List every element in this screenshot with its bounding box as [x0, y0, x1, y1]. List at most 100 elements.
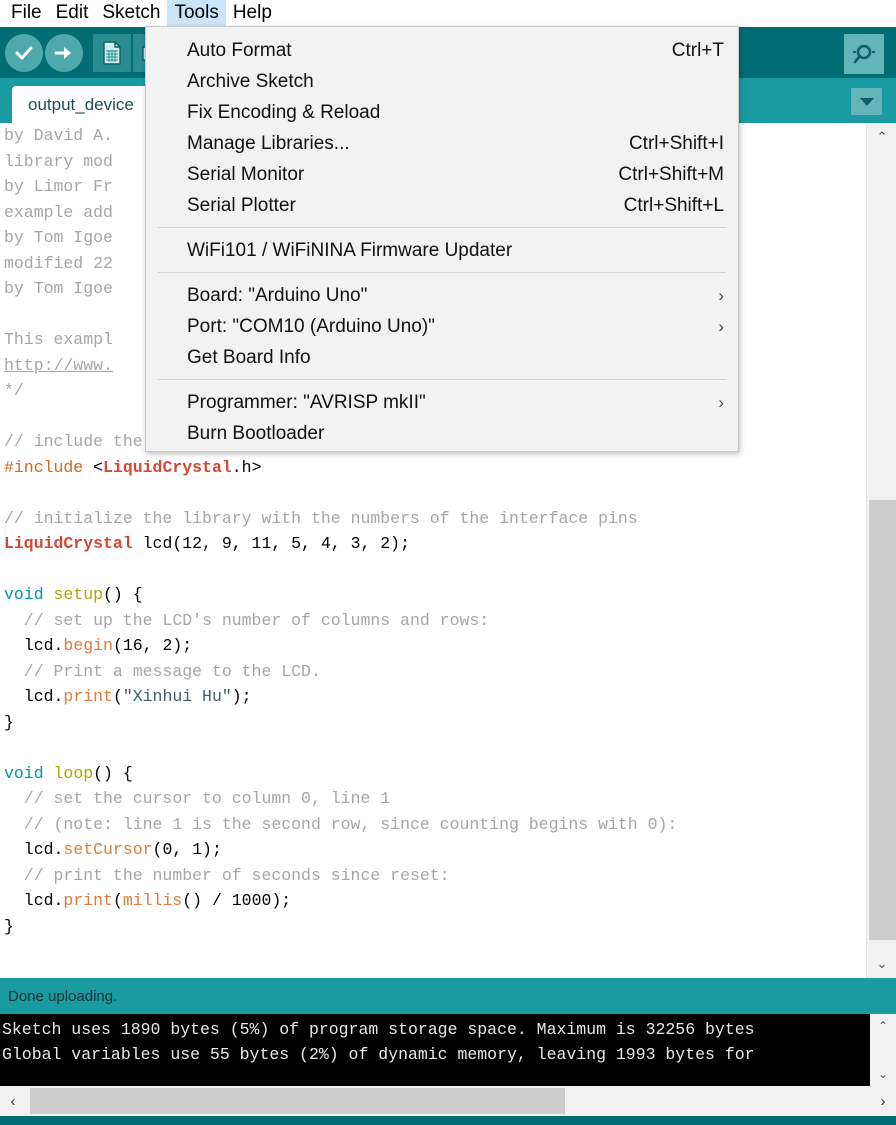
code-token-lib: LiquidCrystal: [4, 534, 133, 553]
console-horizontal-scrollbar[interactable]: ‹ ›: [0, 1086, 896, 1116]
scroll-up-button[interactable]: ⌃: [867, 125, 896, 149]
code-token-comment: library mod: [4, 151, 113, 171]
menu-tools[interactable]: Tools: [167, 0, 226, 27]
status-message: Done uploading.: [8, 987, 118, 1005]
menu-item-label: Port: "COM10 (Arduino Uno)": [187, 315, 435, 337]
menu-item-serial-plotter[interactable]: Serial Plotter Ctrl+Shift+L: [146, 190, 738, 221]
menu-item-shortcut: Ctrl+Shift+I: [628, 132, 724, 154]
menu-item-label: Manage Libraries...: [187, 132, 350, 154]
menu-item-port-com10-arduino-uno[interactable]: Port: "COM10 (Arduino Uno)" ›: [146, 311, 738, 342]
code-token-pun: [44, 585, 54, 604]
code-line: // (note: line 1 is the second row, sinc…: [4, 812, 678, 838]
code-token-pun: [44, 764, 54, 783]
code-token-cmt: // set the cursor to column 0, line 1: [4, 789, 391, 808]
code-line: // print the number of seconds since res…: [4, 863, 677, 889]
upload-button[interactable]: [45, 34, 83, 72]
hscrollbar-thumb[interactable]: [30, 1088, 565, 1114]
menu-item-label: Auto Format: [187, 39, 292, 61]
code-token-comment: by Tom Igoe: [4, 228, 113, 247]
code-token-pun: (16, 2);: [112, 636, 193, 655]
scroll-down-button[interactable]: ⌄: [867, 952, 896, 976]
menu-item-archive-sketch[interactable]: Archive Sketch: [146, 66, 738, 97]
menu-sketch[interactable]: Sketch: [95, 0, 167, 27]
arduino-ide-window: File Edit Sketch Tools Help output_devic…: [0, 0, 896, 1125]
menu-file[interactable]: File: [4, 0, 49, 27]
code-token-comment: This exampl: [4, 330, 113, 349]
code-token-pun: (: [112, 891, 123, 910]
menu-item-label: WiFi101 / WiFiNINA Firmware Updater: [187, 239, 513, 261]
menu-help[interactable]: Help: [226, 0, 279, 27]
tab-menu-button[interactable]: [851, 88, 882, 115]
code-line: void loop() {: [4, 761, 677, 787]
code-token-pun: (: [112, 687, 123, 706]
code-token-comment: by Tom Igoe: [4, 279, 113, 298]
code-token-comment: */: [4, 381, 24, 400]
code-line: }: [4, 914, 677, 940]
code-token-mth: begin: [63, 636, 113, 655]
console-output[interactable]: Sketch uses 1890 bytes (5%) of program s…: [0, 1014, 896, 1086]
verify-button[interactable]: [5, 34, 43, 72]
new-file-icon: [103, 41, 121, 65]
code-line: LiquidCrystal lcd(12, 9, 11, 5, 4, 3, 2)…: [4, 531, 677, 557]
arrow-right-icon: [54, 47, 71, 59]
code-token-comment: modified 22: [4, 253, 113, 273]
menu-item-wifi101-wifinina-firmware-updater[interactable]: WiFi101 / WiFiNINA Firmware Updater: [146, 235, 738, 266]
menu-item-shortcut: Ctrl+T: [671, 39, 724, 61]
code-token-pun: }: [4, 916, 14, 936]
code-token-cmt: // (note: line 1 is the second row, sinc…: [4, 814, 678, 834]
console-line: Sketch uses 1890 bytes (5%) of program s…: [2, 1020, 755, 1039]
code-token-pun: lcd.: [4, 840, 64, 859]
code-line: // set the cursor to column 0, line 1: [4, 786, 677, 812]
code-token-mth: millis: [122, 891, 183, 910]
scrollbar-thumb[interactable]: [869, 500, 896, 940]
menu-item-programmer-avrisp-mkii[interactable]: Programmer: "AVRISP mkII" ›: [146, 387, 738, 418]
code-line: // Print a message to the LCD.: [4, 659, 677, 685]
scroll-left-button[interactable]: ‹: [0, 1086, 26, 1116]
code-token-mth: setCursor: [63, 840, 153, 859]
chevron-down-icon: [859, 97, 874, 106]
editor-vertical-scrollbar[interactable]: ⌃ ⌄: [866, 123, 896, 978]
magnifier-icon: [853, 44, 875, 64]
code-comment-url[interactable]: http://www.: [4, 356, 113, 375]
menu-item-label: Programmer: "AVRISP mkII": [187, 391, 426, 413]
menu-item-auto-format[interactable]: Auto Format Ctrl+T: [146, 35, 738, 66]
code-token-comment: by Limor Fr: [4, 177, 113, 196]
menu-item-label: Fix Encoding & Reload: [187, 101, 381, 123]
code-token-lib: LiquidCrystal: [103, 457, 232, 477]
code-line: lcd.print("Xinhui Hu");: [4, 684, 677, 710]
tools-dropdown-menu[interactable]: Auto Format Ctrl+T Archive Sketch Fix Encod…: [145, 26, 739, 452]
menu-item-label: Serial Monitor: [187, 163, 305, 185]
menu-item-manage-libraries[interactable]: Manage Libraries... Ctrl+Shift+I: [146, 128, 738, 159]
code-token-pun: lcd.: [4, 687, 64, 706]
menu-item-label: Get Board Info: [187, 346, 311, 368]
code-token-cmt: // set up the LCD's number of columns an…: [4, 610, 490, 630]
menu-item-serial-monitor[interactable]: Serial Monitor Ctrl+Shift+M: [146, 159, 738, 190]
menu-item-label: Archive Sketch: [187, 70, 314, 92]
menu-item-label: Board: "Arduino Uno": [187, 284, 368, 306]
menu-edit[interactable]: Edit: [49, 0, 96, 27]
code-token-pun: lcd.: [4, 891, 64, 910]
serial-monitor-button[interactable]: [844, 34, 884, 74]
code-token-cmt: // print the number of seconds since res…: [4, 865, 450, 885]
console-vertical-scrollbar[interactable]: ⌃ ⌄: [870, 1014, 896, 1086]
menu-item-burn-bootloader[interactable]: Burn Bootloader: [146, 418, 738, 449]
menu-item-get-board-info[interactable]: Get Board Info: [146, 342, 738, 373]
code-token-pun: );: [231, 687, 252, 706]
menu-item-shortcut: Ctrl+Shift+L: [623, 194, 724, 216]
scroll-right-button[interactable]: ›: [870, 1086, 896, 1116]
code-token-comment: [4, 305, 14, 324]
submenu-chevron-right-icon: ›: [718, 285, 724, 305]
code-token-cmt: // initialize the library with the numbe…: [4, 508, 638, 528]
menu-item-fix-encoding-reload[interactable]: Fix Encoding & Reload: [146, 97, 738, 128]
code-token-pun: <: [93, 457, 104, 477]
menu-item-board-arduino-uno[interactable]: Board: "Arduino Uno" ›: [146, 280, 738, 311]
check-icon: [15, 46, 33, 60]
console-scroll-up-button[interactable]: ⌃: [870, 1015, 896, 1037]
tab-label: output_device: [28, 94, 134, 114]
tab-output-device[interactable]: output_device: [12, 86, 150, 123]
menu-bar: File Edit Sketch Tools Help: [0, 0, 896, 27]
console-scroll-down-button[interactable]: ⌄: [870, 1063, 896, 1085]
new-sketch-button[interactable]: [93, 34, 131, 72]
